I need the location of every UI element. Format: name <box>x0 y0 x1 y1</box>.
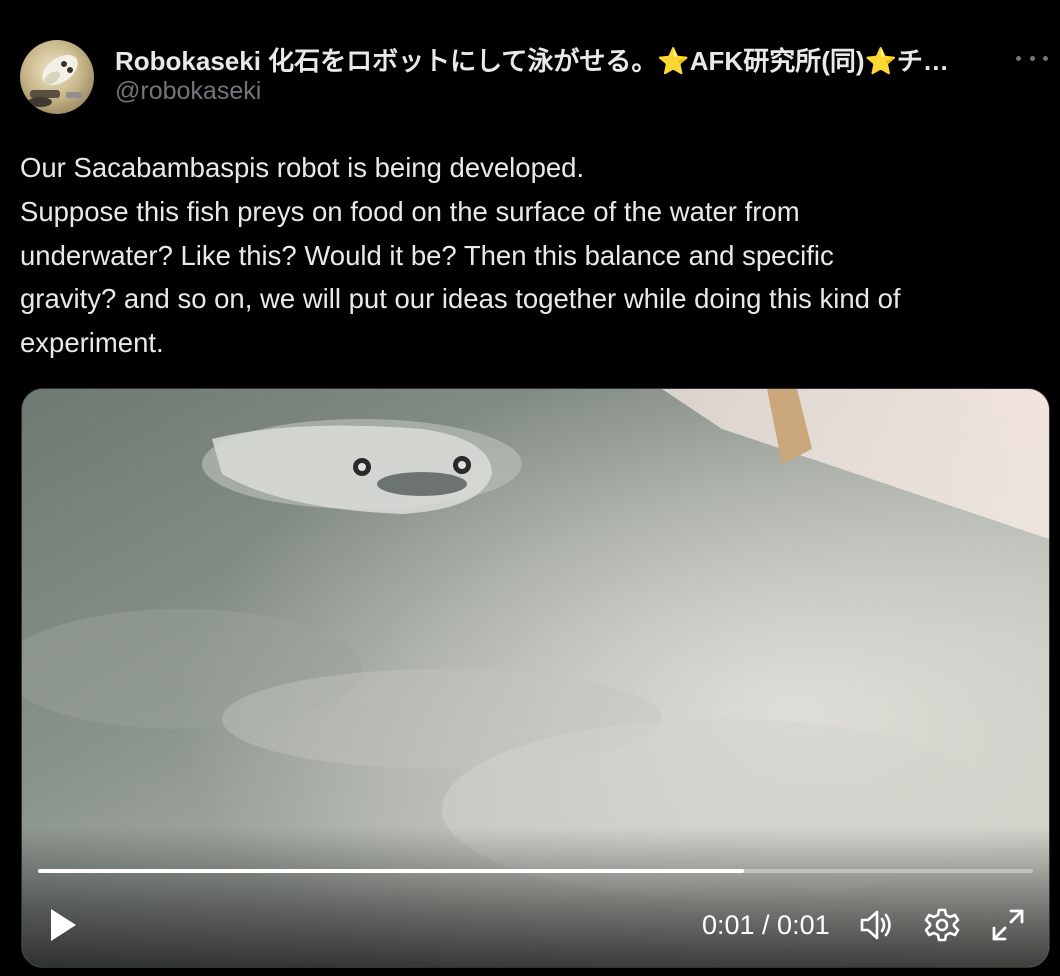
volume-icon <box>860 910 891 940</box>
tweet-text: Our Sacabambaspis robot is being develop… <box>20 146 1050 365</box>
fullscreen-icon <box>992 909 1024 941</box>
gear-icon <box>924 908 960 942</box>
author-display-name[interactable]: Robokaseki 化石をロボットにして泳がせる。⭐AFK研究所(同)⭐チ… <box>115 44 995 78</box>
volume-button[interactable] <box>858 907 894 943</box>
author-info[interactable]: Robokaseki 化石をロボットにして泳がせる。⭐AFK研究所(同)⭐チ… … <box>115 44 995 106</box>
controls-gradient <box>22 827 1049 967</box>
video-progress-bar[interactable] <box>38 869 1033 873</box>
video-player[interactable]: 0:01 / 0:01 <box>21 388 1050 968</box>
avatar-robot-fossil-icon <box>28 54 82 107</box>
fullscreen-button[interactable] <box>990 907 1026 943</box>
video-time: 0:01 / 0:01 <box>702 910 830 940</box>
video-progress-fill <box>38 869 745 873</box>
tweet-text-line: underwater? Like this? Would it be? Then… <box>20 239 834 271</box>
play-icon <box>51 909 76 941</box>
tweet-text-line: Suppose this fish preys on food on the s… <box>20 195 800 227</box>
play-button[interactable] <box>48 907 78 943</box>
tweet-text-line: gravity? and so on, we will put our idea… <box>20 283 901 315</box>
tweet-header: Robokaseki 化石をロボットにして泳がせる。⭐AFK研究所(同)⭐チ… … <box>20 40 1050 116</box>
avatar[interactable] <box>20 40 94 114</box>
more-icon[interactable] <box>1016 48 1048 68</box>
tweet-text-line: Our Sacabambaspis robot is being develop… <box>20 152 585 183</box>
settings-button[interactable] <box>924 907 960 943</box>
tweet-text-line: experiment. <box>20 327 164 359</box>
author-handle[interactable]: @robokaseki <box>115 76 995 106</box>
